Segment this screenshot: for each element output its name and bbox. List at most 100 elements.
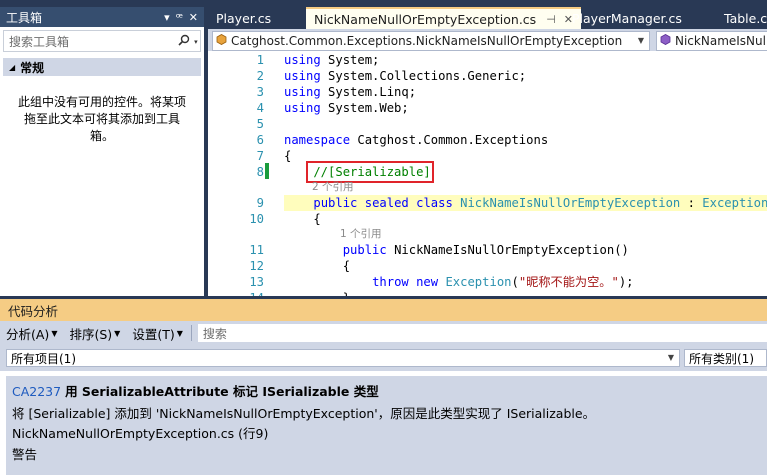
analyze-label: 分析(A) bbox=[6, 326, 50, 342]
code-token: "昵称不能为空。" bbox=[518, 275, 619, 289]
code-token: System.Collections.Generic; bbox=[320, 69, 527, 83]
toolbox-group-label: 常规 bbox=[20, 60, 45, 75]
tab-table-cs[interactable]: Table.cs bbox=[716, 7, 767, 29]
line-number: 12 bbox=[249, 259, 264, 273]
chevron-down-icon: ▼ bbox=[176, 328, 183, 338]
tab-playermanager-cs[interactable]: PlayerManager.cs bbox=[564, 7, 690, 29]
line-number: 8 bbox=[256, 165, 264, 179]
line-number: 5 bbox=[256, 117, 264, 131]
tab-nickname-exception-cs[interactable]: NickNameNullOrEmptyException.cs ⊣ ✕ bbox=[306, 7, 582, 29]
class-icon bbox=[216, 34, 227, 48]
chevron-down-icon[interactable]: ▼ bbox=[633, 32, 649, 50]
code-token: ); bbox=[618, 275, 634, 289]
member-dropdown[interactable]: NickNameIsNullOrEmptyException bbox=[656, 31, 767, 51]
code-line[interactable]: public NickNameIsNullOrEmptyException() bbox=[284, 242, 629, 258]
line-number: 1 bbox=[256, 53, 264, 67]
toolbox-empty-message: 此组中没有可用的控件。将某项拖至此文本可将其添加到工具箱。 bbox=[17, 95, 186, 143]
line-number: 4 bbox=[256, 101, 264, 115]
toolbox-panel: 工具箱 ▾ ꟹ ✕ 搜索工具箱 ▾ ◢ 常规 此组中没有可用的控件。将某项拖至此… bbox=[0, 7, 204, 296]
code-token: using bbox=[284, 85, 321, 99]
settings-label: 设置(T) bbox=[132, 326, 175, 342]
dropdown-icon[interactable]: ▾ bbox=[164, 11, 170, 24]
project-filter-select[interactable]: 所有项目(1) ▼ bbox=[6, 349, 680, 367]
code-analysis-title: 代码分析 bbox=[0, 299, 767, 321]
code-token: //[Serializable] bbox=[284, 165, 431, 179]
category-filter-select[interactable]: 所有类别(1) bbox=[684, 349, 767, 367]
code-token: NickNameIsNullOrEmptyException() bbox=[386, 243, 629, 257]
codelens-references-class[interactable]: 2 个引用 bbox=[312, 180, 354, 194]
tab-label: NickNameNullOrEmptyException.cs bbox=[314, 11, 537, 27]
pin-icon[interactable]: ꟹ bbox=[176, 11, 183, 24]
chevron-down-icon[interactable]: ▼ bbox=[663, 350, 679, 366]
rule-title: 用 SerializableAttribute 标记 ISerializable… bbox=[65, 384, 379, 399]
analysis-filter-bar: 所有项目(1) ▼ 所有类别(1) bbox=[0, 345, 767, 371]
code-token: public bbox=[342, 243, 387, 257]
toolbar-divider bbox=[190, 325, 192, 341]
code-token: { bbox=[284, 259, 351, 273]
code-line[interactable]: using System; bbox=[284, 52, 379, 68]
toolbox-search-input[interactable]: 搜索工具箱 ▾ bbox=[3, 30, 201, 52]
chevron-down-icon: ▼ bbox=[114, 328, 121, 338]
toolbox-title-bar: 工具箱 ▾ ꟹ ✕ bbox=[0, 7, 204, 27]
analysis-search-input[interactable]: 搜索 bbox=[197, 324, 767, 342]
line-number: 14 bbox=[208, 290, 264, 296]
code-line[interactable]: using System.Web; bbox=[284, 100, 409, 116]
code-line[interactable]: { bbox=[284, 148, 291, 164]
code-token: System.Web; bbox=[320, 101, 409, 115]
code-editor[interactable]: 1 using System; 2 using System.Collections.… bbox=[208, 51, 767, 296]
member-value: NickNameIsNullOrEmptyException bbox=[675, 34, 767, 48]
namespace-type-dropdown[interactable]: Catghost.Common.Exceptions.NickNameIsNul… bbox=[212, 31, 650, 51]
code-analysis-toolbar: 分析(A) ▼ 排序(S) ▼ 设置(T) ▼ 搜索 bbox=[0, 321, 767, 345]
tab-player-cs[interactable]: Player.cs bbox=[208, 7, 279, 29]
code-token: : bbox=[680, 196, 703, 210]
toolbox-search-placeholder: 搜索工具箱 bbox=[9, 34, 70, 49]
code-token: public bbox=[313, 196, 358, 210]
sort-label: 排序(S) bbox=[69, 326, 113, 342]
editor-tab-strip: Player.cs NickNameNullOrEmptyException.c… bbox=[208, 7, 767, 29]
result-description: 将 [Serializable] 添加到 'NickNameIsNullOrEm… bbox=[12, 406, 596, 421]
code-token: } bbox=[284, 291, 350, 296]
code-token: Catghost.Common.Exceptions bbox=[350, 133, 549, 147]
analysis-result-item[interactable]: CA2237 用 SerializableAttribute 标记 ISeria… bbox=[6, 376, 767, 475]
result-title-row: CA2237 用 SerializableAttribute 标记 ISeria… bbox=[12, 381, 379, 400]
namespace-type-value: Catghost.Common.Exceptions.NickNameIsNul… bbox=[231, 34, 623, 48]
toolbox-group-general[interactable]: ◢ 常规 bbox=[3, 58, 201, 76]
code-token: namespace bbox=[284, 133, 351, 147]
code-line[interactable]: } bbox=[284, 290, 350, 296]
analyze-button[interactable]: 分析(A) ▼ bbox=[0, 324, 63, 343]
project-filter-value: 所有项目(1) bbox=[11, 351, 76, 366]
code-line[interactable]: namespace Catghost.Common.Exceptions bbox=[284, 132, 548, 148]
line-number: 3 bbox=[256, 85, 264, 99]
code-line[interactable]: throw new Exception("昵称不能为空。"); bbox=[284, 274, 634, 290]
result-severity: 警告 bbox=[12, 447, 38, 462]
settings-button[interactable]: 设置(T) ▼ bbox=[126, 324, 189, 343]
result-location[interactable]: NickNameNullOrEmptyException.cs (行9) bbox=[12, 423, 268, 442]
tab-label: Table.cs bbox=[724, 10, 767, 26]
search-icon[interactable]: ▾ bbox=[176, 34, 200, 49]
code-line[interactable]: { bbox=[284, 211, 321, 227]
code-line[interactable]: using System.Linq; bbox=[284, 84, 416, 100]
method-icon bbox=[660, 34, 671, 48]
close-icon[interactable]: ✕ bbox=[189, 11, 198, 24]
sort-button[interactable]: 排序(S) ▼ bbox=[63, 324, 126, 343]
codelens-references-ctor[interactable]: 1 个引用 bbox=[340, 227, 382, 241]
code-token: using bbox=[284, 101, 321, 115]
tab-label: Player.cs bbox=[216, 10, 272, 26]
code-line[interactable]: public sealed class NickNameIsNullOrEmpt… bbox=[284, 195, 767, 211]
pin-icon[interactable]: ⊣ bbox=[546, 13, 556, 26]
code-token: { bbox=[284, 212, 321, 226]
chevron-down-icon: ▼ bbox=[51, 328, 58, 338]
code-token: Exception bbox=[445, 275, 512, 289]
code-line[interactable]: { bbox=[284, 258, 350, 274]
code-line[interactable]: //[Serializable] bbox=[284, 164, 431, 180]
rule-code-link[interactable]: CA2237 bbox=[12, 384, 61, 399]
code-token: ( bbox=[511, 275, 519, 289]
code-token: { bbox=[284, 149, 292, 163]
code-line[interactable]: using System.Collections.Generic; bbox=[284, 68, 526, 84]
code-token: sealed bbox=[364, 196, 409, 210]
